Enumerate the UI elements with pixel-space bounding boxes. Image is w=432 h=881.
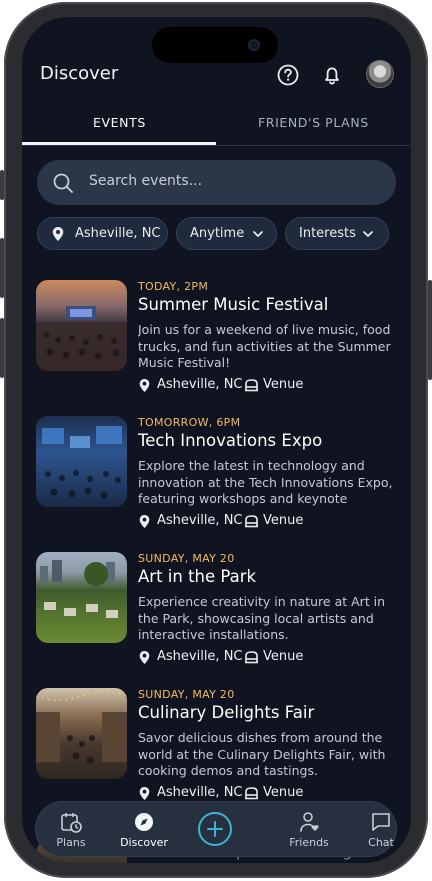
location-pin-icon xyxy=(139,651,150,664)
filter-label: Interests xyxy=(299,226,356,241)
search-placeholder: Search events... xyxy=(89,173,203,189)
tab-label: Chat xyxy=(368,836,394,849)
event-image xyxy=(36,280,127,371)
add-plan-button[interactable] xyxy=(198,812,232,846)
tab-chat[interactable]: Chat xyxy=(351,810,411,849)
tab-friends-plans[interactable]: FRIEND'S PLANS xyxy=(258,115,369,130)
calendar-clock-icon xyxy=(61,813,82,833)
active-tab-indicator xyxy=(22,142,216,145)
search-input[interactable]: Search events... xyxy=(37,160,396,205)
event-image xyxy=(36,416,127,507)
event-description: Join us for a weekend of live music, foo… xyxy=(138,322,391,370)
event-description: Explore the latest in technology and inn… xyxy=(138,458,393,508)
tab-label: Discover xyxy=(120,836,168,849)
event-time: TOMORROW, 6PM xyxy=(138,416,241,429)
venue-icon xyxy=(245,515,258,528)
side-button xyxy=(0,318,4,378)
location-pin-icon xyxy=(139,515,150,528)
event-time: SUNDAY, MAY 20 xyxy=(138,552,235,565)
location-pin-icon xyxy=(139,379,150,392)
side-button xyxy=(428,280,432,380)
filter-label: Anytime xyxy=(190,226,245,241)
page-title: Discover xyxy=(40,63,119,84)
help-icon[interactable] xyxy=(274,61,302,89)
chat-bubble-icon xyxy=(372,813,390,831)
event-image xyxy=(36,552,127,643)
tab-bar: EVENTS FRIEND'S PLANS xyxy=(22,109,411,146)
event-venue: Venue xyxy=(263,513,304,528)
side-button xyxy=(0,170,4,200)
plus-icon xyxy=(207,821,223,837)
event-card[interactable]: TOMORROW, 6PM Tech Innovations Expo Expl… xyxy=(36,416,402,540)
event-time: SUNDAY, MAY 20 xyxy=(138,688,235,701)
time-filter-chip[interactable]: Anytime xyxy=(176,217,277,250)
event-card[interactable]: SUNDAY, MAY 20 Art in the Park Experienc… xyxy=(36,552,402,676)
side-button xyxy=(0,238,4,298)
event-card[interactable]: SUNDAY, MAY 20 Culinary Delights Fair Sa… xyxy=(36,688,402,812)
event-title: Culinary Delights Fair xyxy=(138,703,315,722)
event-meta: Asheville, NC Venue xyxy=(138,785,398,803)
tab-friends[interactable]: Friends xyxy=(279,810,339,849)
event-location: Asheville, NC xyxy=(157,377,243,392)
venue-icon xyxy=(245,379,258,392)
event-venue: Venue xyxy=(263,649,304,664)
event-description: Savor delicious dishes from around the w… xyxy=(138,730,386,778)
bell-icon[interactable] xyxy=(318,61,346,89)
tab-label: Plans xyxy=(56,836,86,849)
chevron-down-icon xyxy=(253,231,263,237)
tab-discover[interactable]: Discover xyxy=(114,810,174,849)
person-heart-icon xyxy=(300,812,319,832)
search-icon xyxy=(53,173,73,193)
event-card[interactable]: TODAY, 2PM Summer Music Festival Join us… xyxy=(36,280,402,404)
chevron-down-icon xyxy=(363,231,373,237)
event-venue: Venue xyxy=(263,377,304,392)
event-description: Experience creativity in nature at Art i… xyxy=(138,594,386,642)
event-time: TODAY, 2PM xyxy=(138,280,209,293)
event-title: Art in the Park xyxy=(138,567,257,586)
location-pin-icon xyxy=(139,787,150,800)
location-pin-icon xyxy=(52,227,64,241)
event-title: Tech Innovations Expo xyxy=(138,431,323,450)
event-location: Asheville, NC xyxy=(157,785,243,800)
venue-icon xyxy=(245,787,258,800)
tab-label: Friends xyxy=(289,836,329,849)
event-meta: Asheville, NC Venue xyxy=(138,513,398,531)
app-screen: Discover EVENTS FRIEND'S PLANS Search ev… xyxy=(22,17,411,863)
compass-icon xyxy=(135,813,153,831)
top-bar: Discover xyxy=(22,57,411,93)
location-filter-chip[interactable]: Asheville, NC xyxy=(37,217,168,250)
event-location: Asheville, NC xyxy=(157,649,243,664)
event-image xyxy=(36,688,127,779)
event-meta: Asheville, NC Venue xyxy=(138,649,398,667)
bottom-tab-bar: Plans Discover Friends Chat xyxy=(36,802,396,856)
camera-icon xyxy=(248,39,260,51)
event-venue: Venue xyxy=(263,785,304,800)
interests-filter-chip[interactable]: Interests xyxy=(285,217,389,250)
event-title: Summer Music Festival xyxy=(138,295,329,314)
avatar[interactable] xyxy=(366,60,394,88)
tab-events[interactable]: EVENTS xyxy=(93,115,146,130)
filter-label: Asheville, NC xyxy=(75,226,161,241)
event-location: Asheville, NC xyxy=(157,513,243,528)
venue-icon xyxy=(245,651,258,664)
event-meta: Asheville, NC Venue xyxy=(138,377,398,395)
tab-plans[interactable]: Plans xyxy=(41,810,101,849)
